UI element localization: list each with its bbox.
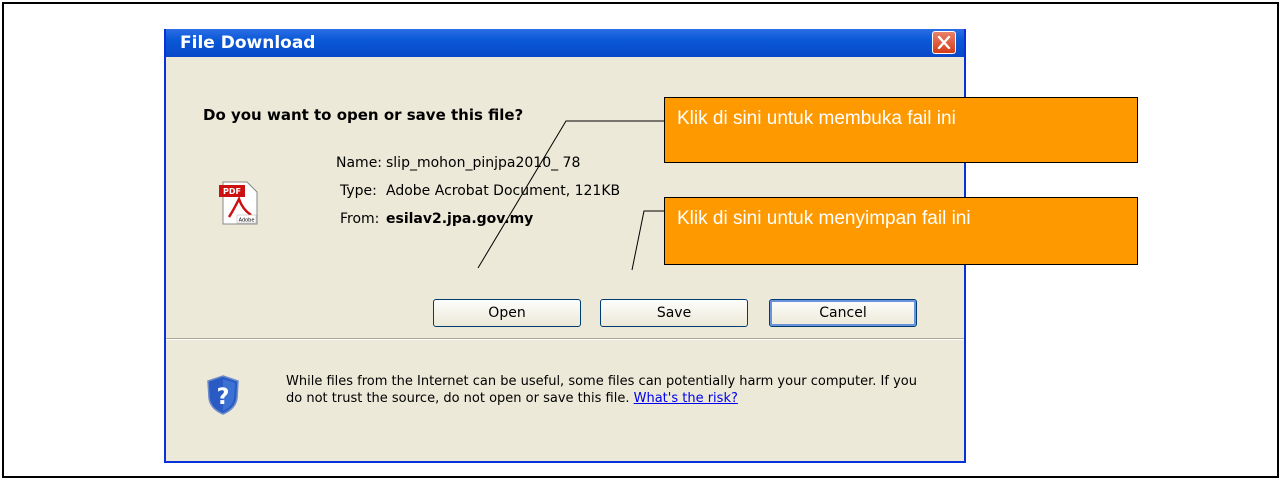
pointer-lines bbox=[477, 120, 664, 271]
open-pointer-line bbox=[477, 120, 664, 269]
save-pointer-line bbox=[631, 210, 664, 271]
